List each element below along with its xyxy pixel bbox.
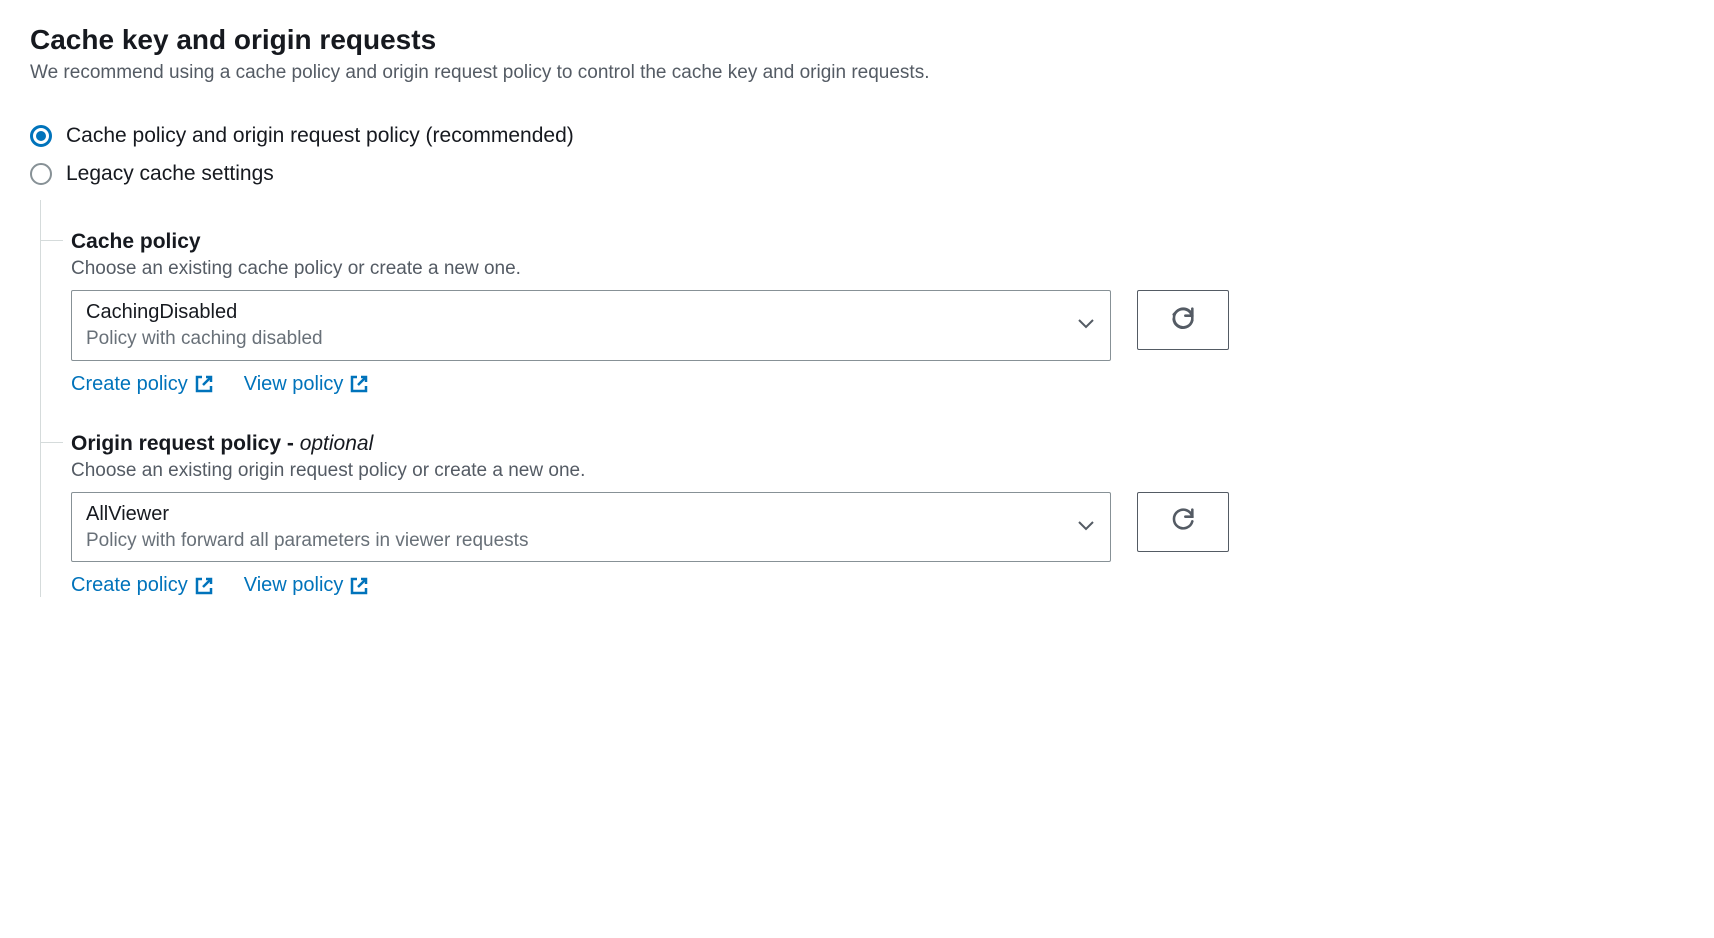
policy-mode-radio-group: Cache policy and origin request policy (… — [30, 124, 1684, 186]
view-origin-policy-link[interactable]: View policy — [244, 574, 370, 597]
caret-down-icon — [1078, 316, 1094, 334]
origin-policy-optional-tag: optional — [300, 432, 374, 455]
cache-policy-block: Cache policy Choose an existing cache po… — [71, 230, 1684, 396]
select-value: AllViewer — [86, 501, 1066, 527]
section-description: We recommend using a cache policy and or… — [30, 62, 1684, 84]
create-cache-policy-link[interactable]: Create policy — [71, 373, 214, 396]
origin-policy-title-text: Origin request policy - — [71, 432, 300, 455]
external-link-icon — [349, 576, 369, 596]
cache-policy-select[interactable]: CachingDisabled Policy with caching disa… — [71, 290, 1111, 361]
refresh-cache-policy-button[interactable] — [1137, 290, 1229, 350]
origin-policy-description: Choose an existing origin request policy… — [71, 460, 1684, 482]
link-text: View policy — [244, 373, 344, 396]
radio-label: Legacy cache settings — [66, 162, 274, 186]
select-description: Policy with forward all parameters in vi… — [86, 529, 1066, 554]
origin-policy-select[interactable]: AllViewer Policy with forward all parame… — [71, 492, 1111, 563]
link-text: Create policy — [71, 574, 188, 597]
policy-tree: Cache policy Choose an existing cache po… — [40, 200, 1684, 597]
select-value: CachingDisabled — [86, 299, 1066, 325]
view-cache-policy-link[interactable]: View policy — [244, 373, 370, 396]
radio-cache-policy-mode[interactable]: Cache policy and origin request policy (… — [30, 124, 1684, 148]
external-link-icon — [194, 374, 214, 394]
cache-policy-description: Choose an existing cache policy or creat… — [71, 258, 1684, 280]
radio-legacy-mode[interactable]: Legacy cache settings — [30, 162, 1684, 186]
external-link-icon — [194, 576, 214, 596]
refresh-icon — [1169, 505, 1197, 538]
radio-icon — [30, 125, 52, 147]
external-link-icon — [349, 374, 369, 394]
origin-policy-title: Origin request policy - optional — [71, 432, 1684, 456]
refresh-origin-policy-button[interactable] — [1137, 492, 1229, 552]
section-title: Cache key and origin requests — [30, 24, 1684, 56]
origin-request-policy-block: Origin request policy - optional Choose … — [71, 432, 1684, 598]
select-description: Policy with caching disabled — [86, 327, 1066, 352]
cache-policy-title: Cache policy — [71, 230, 1684, 254]
radio-icon — [30, 163, 52, 185]
caret-down-icon — [1078, 518, 1094, 536]
link-text: View policy — [244, 574, 344, 597]
create-origin-policy-link[interactable]: Create policy — [71, 574, 214, 597]
radio-label: Cache policy and origin request policy (… — [66, 124, 574, 148]
refresh-icon — [1169, 304, 1197, 337]
link-text: Create policy — [71, 373, 188, 396]
